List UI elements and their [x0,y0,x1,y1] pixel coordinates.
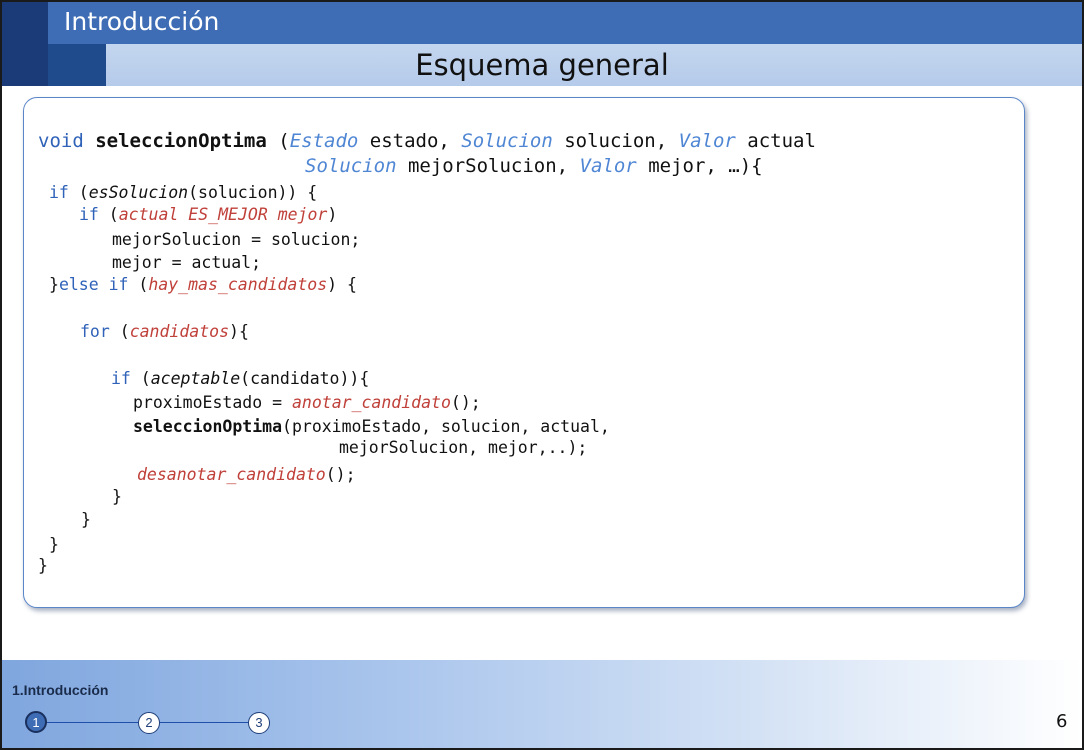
code-text: ) [327,205,338,224]
footer-bar [2,660,1082,748]
code-keyword: for [80,322,110,341]
code-line-15: } [81,510,91,529]
code-text: estado, [358,130,462,152]
code-line-4: if (actual ES_MEJOR mejor) [79,204,337,226]
code-condition: anotar_candidato [291,393,451,412]
code-function: seleccionOptima [133,417,283,436]
header-left-band [2,2,48,86]
code-text: mejor, …){ [636,155,763,177]
code-text: (solucion)) { [188,183,318,202]
code-text: ) { [327,275,357,294]
code-type: Solucion [461,130,553,152]
code-text: (); [325,465,356,484]
code-text: (); [450,393,481,412]
code-condition: desanotar_candidato [137,465,326,484]
progress-step-2[interactable]: 2 [138,712,160,734]
code-text: ( [130,369,151,388]
code-line-11: seleccionOptima(proximoEstado, solucion,… [133,416,610,438]
code-condition: hay_mas_candidatos [148,275,328,294]
code-text: ( [266,130,290,152]
progress-connector [46,722,142,723]
code-line-12: mejorSolucion, mejor,..); [339,438,588,457]
subtitle-accent-block [48,44,106,86]
code-line-6: mejor = actual; [112,253,262,272]
code-text: actual [735,130,816,152]
code-text: solucion, [552,130,679,152]
code-condition: candidatos [129,322,230,341]
code-type: Valor [579,155,637,177]
code-function: seleccionOptima [95,130,267,152]
code-text: ( [68,183,89,202]
code-text: ( [128,275,149,294]
page-number: 6 [1056,711,1068,732]
code-line-9: if (aceptable(candidato)){ [111,368,369,390]
progress-step-3[interactable]: 3 [248,712,270,734]
section-title: Introducción [64,7,220,36]
progress-connector [159,722,251,723]
code-text: ( [109,322,130,341]
code-function: esSolucion [88,183,189,202]
code-line-8: for (candidatos){ [80,321,249,343]
slide-title: Esquema general [415,48,669,82]
code-keyword: if [111,369,131,388]
code-keyword: if [79,205,99,224]
code-line-17: } [38,556,48,575]
code-text: (candidato)){ [240,369,370,388]
code-line-7: }else if (hay_mas_candidatos) { [49,274,357,296]
code-line-10: proximoEstado = anotar_candidato(); [133,392,481,414]
code-line-16: } [49,535,59,554]
code-line-14: } [112,487,122,506]
code-condition: actual ES_MEJOR mejor [118,205,328,224]
code-text: proximoEstado = [133,393,292,412]
code-line-13: desanotar_candidato(); [137,464,356,486]
code-type: Estado [289,130,359,152]
code-text: } [49,275,59,294]
code-type: Valor [678,130,736,152]
code-line-5: mejorSolucion = solucion; [112,230,361,249]
code-keyword: else if [58,275,129,294]
code-function: aceptable [150,369,241,388]
code-type: Solucion [305,155,397,177]
code-box: void seleccionOptima (Estado estado, Sol… [23,97,1025,608]
code-keyword: if [49,183,69,202]
progress-step-1[interactable]: 1 [25,711,47,733]
code-line-1: void seleccionOptima (Estado estado, Sol… [38,130,816,152]
code-text: ){ [229,322,249,341]
code-keyword: void [38,130,96,152]
code-text: (proximoEstado, solucion, actual, [282,417,610,436]
code-text: mejorSolucion, [396,155,580,177]
code-line-2: Solucion mejorSolucion, Valor mejor, …){ [305,155,763,177]
code-text: ( [98,205,119,224]
code-line-3: if (esSolucion(solucion)) { [49,182,317,204]
footer-section-label: 1.Introducción [12,682,109,698]
